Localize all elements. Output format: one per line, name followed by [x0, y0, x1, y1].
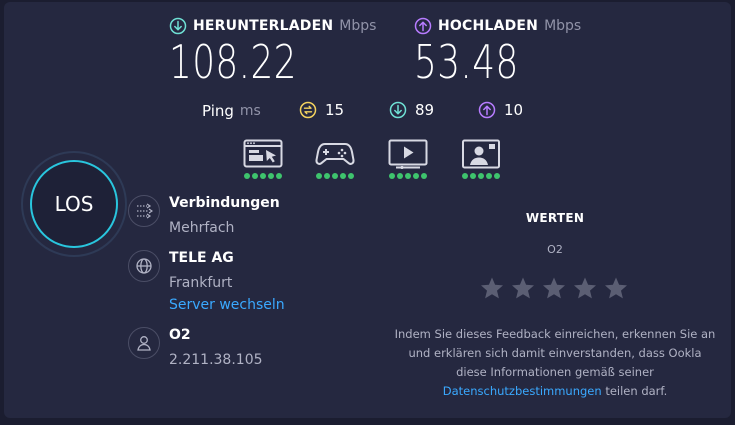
ping-idle: 15 [299, 101, 344, 119]
privacy-policy-link[interactable]: Datenschutzbestimmungen [443, 384, 602, 398]
download-metric: HERUNTERLADEN Mbps 108.22 [169, 16, 376, 88]
globe-icon [128, 250, 160, 282]
download-title: HERUNTERLADEN [193, 18, 334, 34]
provider-name: O2 [169, 327, 191, 343]
provider-ip: 2.211.38.105 [169, 352, 263, 368]
star-icon[interactable] [542, 276, 566, 300]
idle-latency-icon [299, 101, 317, 119]
connections-value: Mehrfach [169, 220, 235, 236]
star-icon[interactable] [511, 276, 535, 300]
upload-unit: Mbps [544, 18, 582, 34]
star-icon[interactable] [573, 276, 597, 300]
ping-upload: 10 [478, 101, 523, 119]
app-video-streaming [385, 139, 431, 179]
feedback-disclaimer: Indem Sie dieses Feedback einreichen, er… [392, 325, 718, 401]
disclaimer-text: Indem Sie dieses Feedback einreichen, er… [394, 327, 716, 379]
app-rating-dots [312, 173, 358, 179]
upload-value: 53.48 [414, 35, 519, 89]
video-chat-icon [462, 139, 500, 169]
server-location: Frankfurt [169, 275, 233, 291]
ping-download: 89 [389, 101, 434, 119]
app-rating-dots [458, 173, 504, 179]
connections-title: Verbindungen [169, 195, 280, 211]
go-button-ring: LOS [21, 151, 127, 257]
rating-subject: O2 [547, 243, 563, 256]
go-button[interactable]: LOS [30, 160, 118, 248]
ping-upload-value: 10 [504, 101, 524, 119]
app-web-browsing [240, 139, 286, 179]
upload-latency-icon [478, 101, 496, 119]
ping-label: Ping [202, 102, 234, 120]
star-icon[interactable] [480, 276, 504, 300]
app-video-chat [458, 139, 504, 179]
connections-icon [128, 195, 160, 227]
ping-unit: ms [239, 103, 261, 119]
disclaimer-text-end: teilen darf. [605, 384, 668, 398]
download-arrow-icon [169, 17, 187, 35]
upload-metric: HOCHLADEN Mbps 53.48 [414, 16, 581, 88]
gaming-icon [315, 143, 355, 165]
web-browsing-icon [243, 139, 283, 168]
download-value: 108.22 [169, 35, 297, 89]
ping-row: Ping ms 15 89 10 [202, 101, 523, 121]
upload-title: HOCHLADEN [438, 18, 539, 34]
speedtest-results-panel: HERUNTERLADEN Mbps 108.22 HOCHLADEN Mbps… [4, 2, 731, 418]
change-server-link[interactable]: Server wechseln [169, 297, 285, 313]
download-unit: Mbps [339, 18, 377, 34]
video-streaming-icon [388, 139, 428, 169]
star-icon[interactable] [604, 276, 628, 300]
star-rating [480, 276, 628, 300]
ping-download-value: 89 [415, 101, 435, 119]
app-gaming [312, 139, 358, 179]
app-rating-dots [240, 173, 286, 179]
app-rating-dots [385, 173, 431, 179]
download-latency-icon [389, 101, 407, 119]
upload-arrow-icon [414, 17, 432, 35]
server-name: TELE AG [169, 250, 234, 266]
ping-idle-value: 15 [325, 101, 345, 119]
rating-title: WERTEN [525, 211, 585, 225]
user-icon [128, 327, 160, 359]
